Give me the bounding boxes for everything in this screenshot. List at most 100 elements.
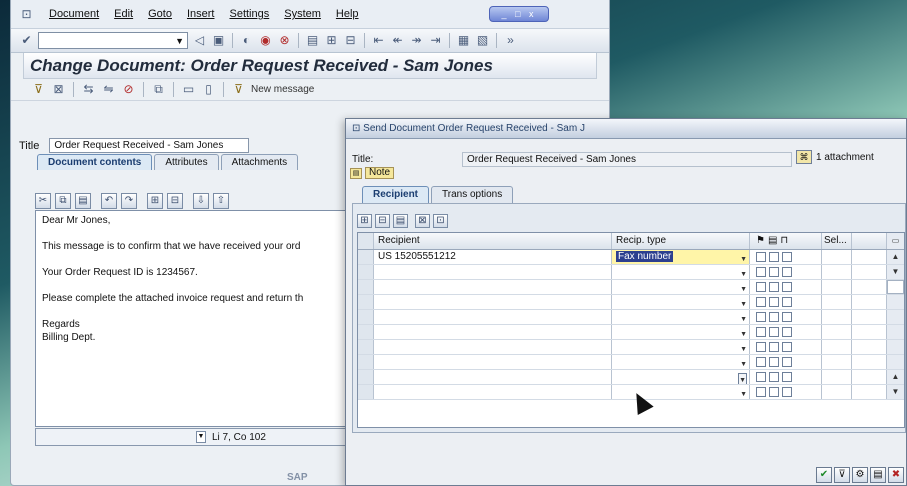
recipient-cell[interactable] <box>374 370 612 384</box>
select-all-icon[interactable]: ⊠ <box>415 214 430 228</box>
deselect-all-icon[interactable]: ⊡ <box>433 214 448 228</box>
recip-type-cell[interactable]: ▼ <box>612 370 750 384</box>
recip-type-cell[interactable]: ▼ <box>612 340 750 354</box>
redo-icon[interactable]: ↷ <box>121 193 137 209</box>
find-next-icon[interactable]: ⊟ <box>167 193 183 209</box>
tab-attributes[interactable]: Attributes <box>154 154 219 170</box>
table-row[interactable]: US 15205551212 Fax number ▼ ▲ <box>358 250 904 265</box>
express-checkbox[interactable] <box>756 342 766 352</box>
cut-icon[interactable]: ✂ <box>35 193 51 209</box>
scroll-up-icon[interactable]: ▲ <box>887 370 904 384</box>
copy-checkbox[interactable] <box>769 342 779 352</box>
folder-icon[interactable]: ▭ <box>181 82 196 97</box>
table-row[interactable]: ▼ ▲ <box>358 370 904 385</box>
scrollbar-track[interactable] <box>887 295 904 309</box>
recip-type-cell[interactable]: Fax number ▼ <box>612 250 750 264</box>
scrollbar-track[interactable] <box>887 310 904 324</box>
scroll-down-icon[interactable]: ▼ <box>887 385 904 399</box>
blind-copy-checkbox[interactable] <box>782 357 792 367</box>
express-checkbox[interactable] <box>756 387 766 397</box>
cancel-icon[interactable]: ✖ <box>888 467 904 483</box>
row-selector[interactable] <box>358 325 374 339</box>
window-controls[interactable]: _ □ x <box>489 6 549 22</box>
recip-type-cell[interactable]: ▼ <box>612 280 750 294</box>
row-selector[interactable] <box>358 280 374 294</box>
copy-checkbox[interactable] <box>769 297 779 307</box>
blind-copy-checkbox[interactable] <box>782 387 792 397</box>
row-selector[interactable] <box>358 250 374 264</box>
recipient-cell[interactable] <box>374 265 612 279</box>
dropdown-icon[interactable]: ▼ <box>740 328 747 339</box>
table-row[interactable]: ▼ <box>358 325 904 340</box>
chevron-down-icon[interactable]: ▼ <box>175 36 184 46</box>
copy-checkbox[interactable] <box>769 252 779 262</box>
title-input[interactable]: Order Request Received - Sam Jones <box>49 138 250 153</box>
table-row[interactable]: ▼ <box>358 310 904 325</box>
attachment-icon[interactable]: ⌘ <box>796 150 812 164</box>
last-page-icon[interactable]: ⇥ <box>428 33 443 48</box>
print-icon[interactable]: ▤ <box>305 33 320 48</box>
print-preview-icon[interactable]: ⊠ <box>51 82 66 97</box>
table-row[interactable]: ▼ ▼ <box>358 265 904 280</box>
express-checkbox[interactable] <box>756 357 766 367</box>
send-express-icon[interactable]: ⊽ <box>834 467 850 483</box>
scrollbar-track[interactable] <box>887 340 904 354</box>
save-icon[interactable]: ▣ <box>211 33 226 48</box>
print-icon[interactable]: ▤ <box>870 467 886 483</box>
row-selector[interactable] <box>358 265 374 279</box>
recipient-cell[interactable] <box>374 325 612 339</box>
document-icon[interactable]: ▯ <box>201 82 216 97</box>
scrollbar-track[interactable] <box>887 355 904 369</box>
row-selector[interactable] <box>358 340 374 354</box>
express-checkbox[interactable] <box>756 297 766 307</box>
scroll-up-icon[interactable]: ▲ <box>887 250 904 264</box>
checkmark-icon[interactable]: ✔ <box>19 33 34 48</box>
menu-system[interactable]: System <box>284 8 321 20</box>
status-dropdown-icon[interactable]: ▼ <box>196 431 206 443</box>
paste-icon[interactable]: ▤ <box>75 193 91 209</box>
recip-type-cell[interactable]: ▼ <box>612 310 750 324</box>
table-row[interactable]: ▼ <box>358 280 904 295</box>
new-message-button[interactable]: New message <box>251 84 314 95</box>
dropdown-icon[interactable]: ▼ <box>740 388 747 399</box>
recipient-cell[interactable] <box>374 310 612 324</box>
tab-trans-options[interactable]: Trans options <box>431 186 514 203</box>
copy-checkbox[interactable] <box>769 312 779 322</box>
recipient-cell[interactable] <box>374 295 612 309</box>
express-checkbox[interactable] <box>756 372 766 382</box>
scrollbar-track[interactable] <box>887 325 904 339</box>
express-checkbox[interactable] <box>756 312 766 322</box>
menu-edit[interactable]: Edit <box>114 8 133 20</box>
note-button[interactable]: ▤ Note <box>350 167 395 179</box>
copy-checkbox[interactable] <box>769 357 779 367</box>
recip-type-cell[interactable]: ▼ <box>612 325 750 339</box>
copy-icon[interactable]: ⧉ <box>151 82 166 97</box>
scroll-down-icon[interactable]: ▼ <box>887 265 904 279</box>
column-header-recip-type[interactable]: Recip. type <box>612 233 750 249</box>
copy-checkbox[interactable] <box>769 372 779 382</box>
first-page-icon[interactable]: ⇤ <box>371 33 386 48</box>
table-row[interactable]: ▼ <box>358 340 904 355</box>
tab-attachments[interactable]: Attachments <box>220 154 299 170</box>
recip-type-cell[interactable]: ▼ <box>612 295 750 309</box>
dropdown-icon[interactable]: ▼ <box>738 373 747 384</box>
cancel-icon[interactable]: ⊗ <box>277 33 292 48</box>
sel-cell[interactable] <box>822 250 852 264</box>
import-icon[interactable]: ⇩ <box>193 193 209 209</box>
recipient-cell[interactable] <box>374 280 612 294</box>
blind-copy-checkbox[interactable] <box>782 297 792 307</box>
next-page-icon[interactable]: ↠ <box>409 33 424 48</box>
recip-type-cell[interactable]: ▼ <box>612 265 750 279</box>
sel-cell[interactable] <box>822 280 852 294</box>
exit-icon[interactable]: ◉ <box>258 33 273 48</box>
new-message-icon[interactable]: ⊽ <box>231 82 246 97</box>
dropdown-icon[interactable]: ▼ <box>740 358 747 369</box>
recip-type-cell[interactable]: ▼ <box>612 355 750 369</box>
column-header-sel[interactable]: Sel... <box>822 233 852 249</box>
insert-row-icon[interactable]: ⊞ <box>357 214 372 228</box>
send-confirm-icon[interactable]: ✔ <box>816 467 832 483</box>
table-row[interactable]: ▼ <box>358 355 904 370</box>
address-book-icon[interactable]: ▤ <box>393 214 408 228</box>
sel-cell[interactable] <box>822 340 852 354</box>
sel-cell[interactable] <box>822 265 852 279</box>
